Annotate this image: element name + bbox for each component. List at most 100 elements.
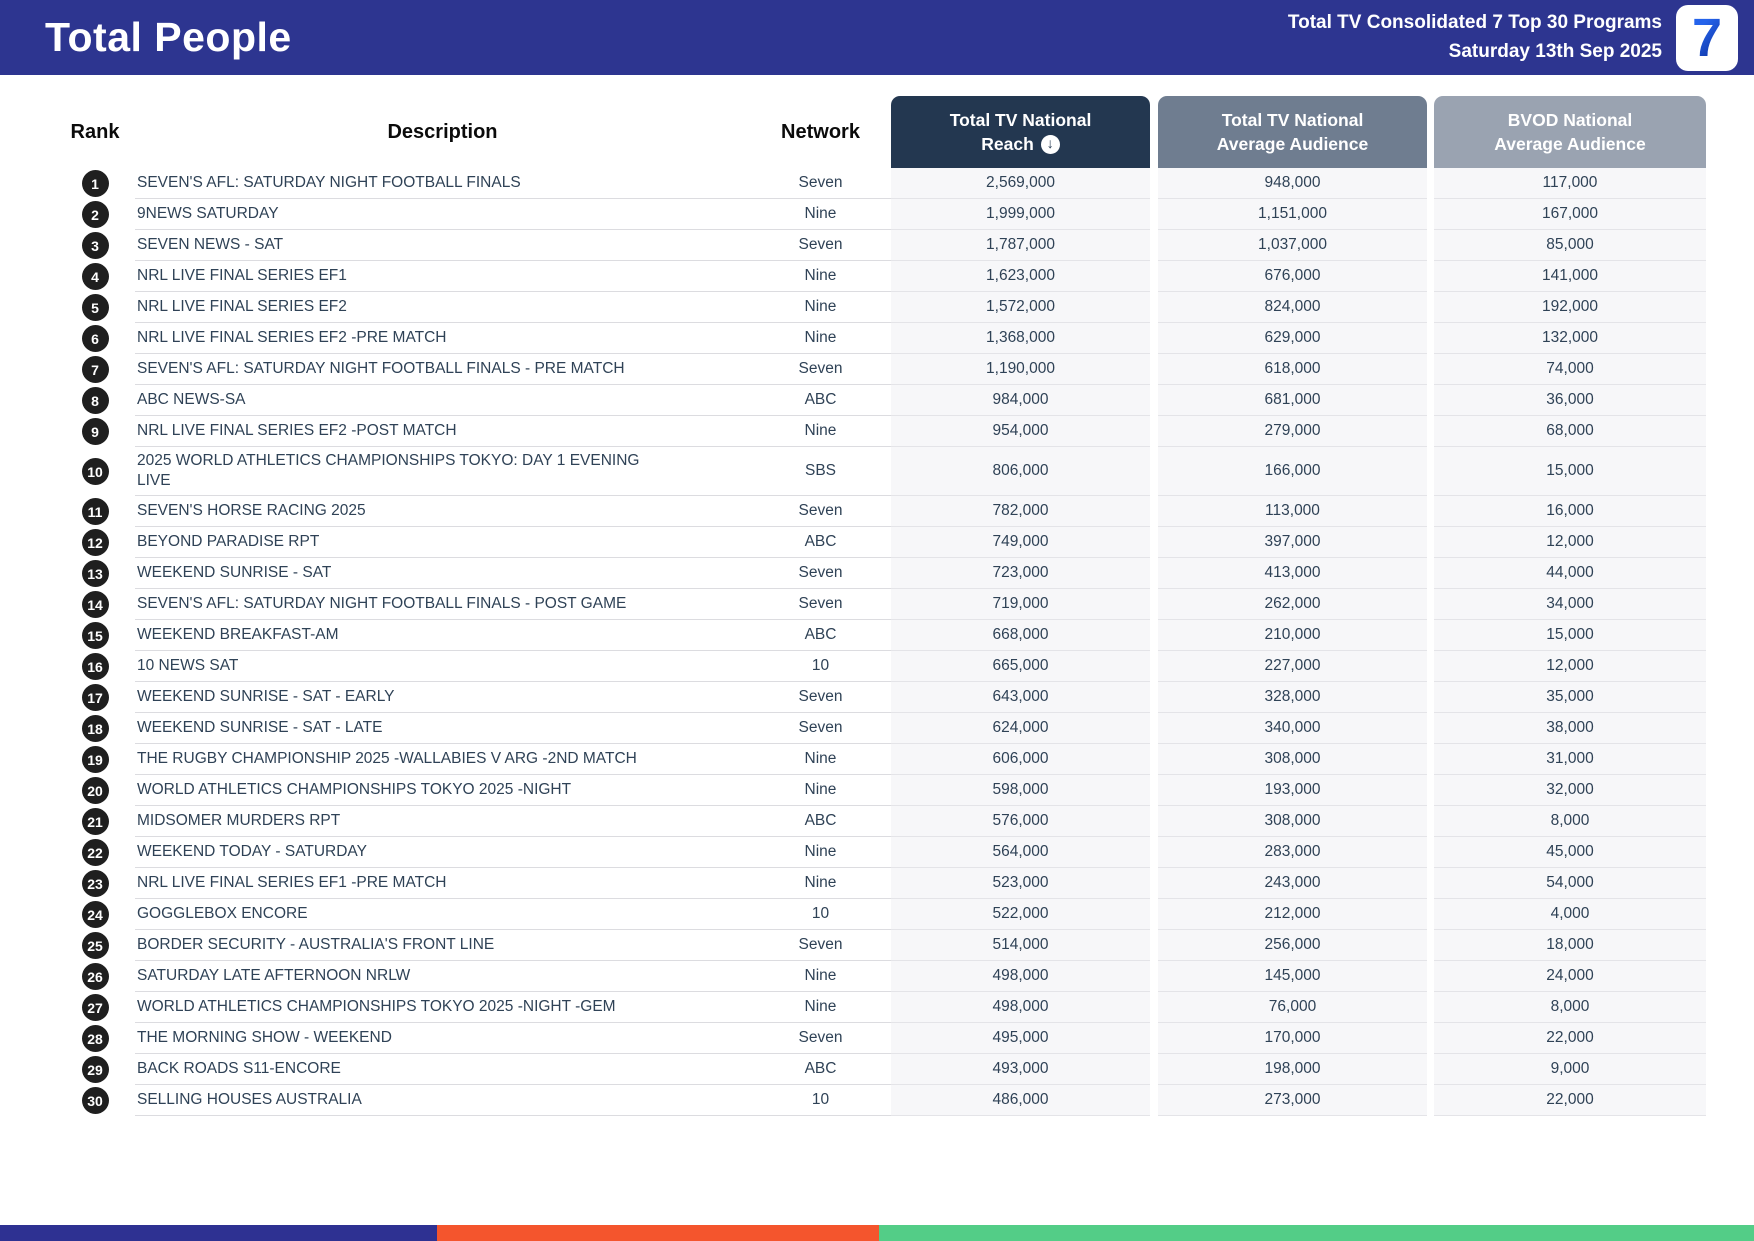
seven-logo-glyph: 7 xyxy=(1691,7,1723,68)
program-description: NRL LIVE FINAL SERIES EF2 xyxy=(135,292,750,323)
network-name: Nine xyxy=(750,261,891,292)
avg-audience-value: 328,000 xyxy=(1158,682,1427,714)
bvod-value: 24,000 xyxy=(1434,961,1706,993)
footer-color-bar xyxy=(0,1225,1754,1241)
table-row: 25 BORDER SECURITY - AUSTRALIA'S FRONT L… xyxy=(55,930,1706,962)
table-row: 9 NRL LIVE FINAL SERIES EF2 -POST MATCH … xyxy=(55,416,1706,447)
bvod-value: 32,000 xyxy=(1434,775,1706,807)
table-row: 15 WEEKEND BREAKFAST-AM ABC 668,000 210,… xyxy=(55,620,1706,652)
table-row: 28 THE MORNING SHOW - WEEKEND Seven 495,… xyxy=(55,1023,1706,1055)
seven-network-logo: 7 xyxy=(1676,4,1738,71)
rank-badge: 5 xyxy=(81,294,109,321)
avg-audience-value: 629,000 xyxy=(1158,323,1427,354)
network-name: Nine xyxy=(750,837,891,869)
avg-audience-value: 1,037,000 xyxy=(1158,230,1427,261)
bvod-header-line2: Average Audience xyxy=(1494,134,1646,154)
rank-badge: 13 xyxy=(81,560,109,588)
sort-descending-icon[interactable]: ↓ xyxy=(1040,134,1060,154)
program-description: ABC NEWS-SA xyxy=(135,385,750,416)
rank-badge: 7 xyxy=(81,356,109,383)
bvod-value: 35,000 xyxy=(1434,682,1706,714)
avg-audience-value: 262,000 xyxy=(1158,589,1427,621)
rank-badge: 27 xyxy=(81,994,109,1022)
table-row: 26 SATURDAY LATE AFTERNOON NRLW Nine 498… xyxy=(55,961,1706,993)
avg-audience-value: 76,000 xyxy=(1158,992,1427,1024)
rank-badge: 4 xyxy=(81,263,109,290)
program-description: BORDER SECURITY - AUSTRALIA'S FRONT LINE xyxy=(135,930,750,962)
reach-value: 1,190,000 xyxy=(891,354,1150,385)
top-banner: Total People Total TV Consolidated 7 Top… xyxy=(0,0,1754,75)
network-name: Nine xyxy=(750,961,891,993)
rank-badge: 22 xyxy=(81,839,109,867)
table-row: 29 BACK ROADS S11-ENCORE ABC 493,000 198… xyxy=(55,1054,1706,1086)
bvod-value: 167,000 xyxy=(1434,199,1706,230)
table-header-row: Rank Description Network Total TV Nation… xyxy=(55,96,1706,168)
bvod-value: 54,000 xyxy=(1434,868,1706,900)
bvod-value: 31,000 xyxy=(1434,744,1706,776)
program-description: THE MORNING SHOW - WEEKEND xyxy=(135,1023,750,1055)
reach-value: 598,000 xyxy=(891,775,1150,807)
reach-value: 1,572,000 xyxy=(891,292,1150,323)
network-name: Seven xyxy=(750,168,891,199)
reach-value: 749,000 xyxy=(891,527,1150,559)
program-description: 9NEWS SATURDAY xyxy=(135,199,750,230)
program-description: BACK ROADS S11-ENCORE xyxy=(135,1054,750,1086)
program-description: WEEKEND SUNRISE - SAT - EARLY xyxy=(135,682,750,714)
reach-value: 523,000 xyxy=(891,868,1150,900)
network-name: Nine xyxy=(750,744,891,776)
network-name: Seven xyxy=(750,682,891,714)
report-subtitle: Total TV Consolidated 7 Top 30 Programs … xyxy=(1288,9,1662,66)
reach-header-line1: Total TV National xyxy=(949,109,1092,130)
bvod-value: 12,000 xyxy=(1434,527,1706,559)
reach-value: 806,000 xyxy=(891,447,1150,497)
network-name: Nine xyxy=(750,292,891,323)
reach-value: 665,000 xyxy=(891,651,1150,683)
reach-value: 1,787,000 xyxy=(891,230,1150,261)
reach-value: 668,000 xyxy=(891,620,1150,652)
table-row: 7 SEVEN'S AFL: SATURDAY NIGHT FOOTBALL F… xyxy=(55,354,1706,385)
bvod-value: 8,000 xyxy=(1434,992,1706,1024)
reach-value: 495,000 xyxy=(891,1023,1150,1055)
reach-column-header[interactable]: Total TV National Reach ↓ xyxy=(891,96,1150,168)
avg-audience-value: 397,000 xyxy=(1158,527,1427,559)
program-description: NRL LIVE FINAL SERIES EF1 -PRE MATCH xyxy=(135,868,750,900)
banner-right: Total TV Consolidated 7 Top 30 Programs … xyxy=(1288,4,1738,71)
program-description: WEEKEND TODAY - SATURDAY xyxy=(135,837,750,869)
bvod-value: 85,000 xyxy=(1434,230,1706,261)
bvod-value: 141,000 xyxy=(1434,261,1706,292)
avg-audience-value: 308,000 xyxy=(1158,806,1427,838)
program-description: SEVEN'S HORSE RACING 2025 xyxy=(135,496,750,528)
avg-audience-value: 198,000 xyxy=(1158,1054,1427,1086)
rank-column-header: Rank xyxy=(70,120,120,143)
network-name: Seven xyxy=(750,496,891,528)
network-name: Nine xyxy=(750,775,891,807)
bvod-value: 18,000 xyxy=(1434,930,1706,962)
network-name: Seven xyxy=(750,558,891,590)
bvod-value: 192,000 xyxy=(1434,292,1706,323)
bvod-column-header[interactable]: BVOD National Average Audience xyxy=(1434,96,1706,168)
rank-badge: 23 xyxy=(81,870,109,898)
network-name: Seven xyxy=(750,713,891,745)
network-name: Seven xyxy=(750,930,891,962)
network-name: ABC xyxy=(750,385,891,416)
reach-value: 1,623,000 xyxy=(891,261,1150,292)
reach-value: 643,000 xyxy=(891,682,1150,714)
bvod-value: 117,000 xyxy=(1434,168,1706,199)
bvod-value: 15,000 xyxy=(1434,620,1706,652)
reach-value: 514,000 xyxy=(891,930,1150,962)
table-row: 1 SEVEN'S AFL: SATURDAY NIGHT FOOTBALL F… xyxy=(55,168,1706,199)
table-row: 10 2025 WORLD ATHLETICS CHAMPIONSHIPS TO… xyxy=(55,447,1706,497)
bvod-value: 36,000 xyxy=(1434,385,1706,416)
bvod-value: 45,000 xyxy=(1434,837,1706,869)
avg-audience-value: 1,151,000 xyxy=(1158,199,1427,230)
reach-value: 723,000 xyxy=(891,558,1150,590)
program-description: SEVEN'S AFL: SATURDAY NIGHT FOOTBALL FIN… xyxy=(135,354,750,385)
table-row: 4 NRL LIVE FINAL SERIES EF1 Nine 1,623,0… xyxy=(55,261,1706,292)
avg-audience-column-header[interactable]: Total TV National Average Audience xyxy=(1158,96,1427,168)
report-subtitle-line2: Saturday 13th Sep 2025 xyxy=(1448,40,1662,62)
program-description: NRL LIVE FINAL SERIES EF1 xyxy=(135,261,750,292)
reach-value: 954,000 xyxy=(891,416,1150,447)
reach-value: 2,569,000 xyxy=(891,168,1150,199)
bvod-value: 12,000 xyxy=(1434,651,1706,683)
network-name: Nine xyxy=(750,323,891,354)
